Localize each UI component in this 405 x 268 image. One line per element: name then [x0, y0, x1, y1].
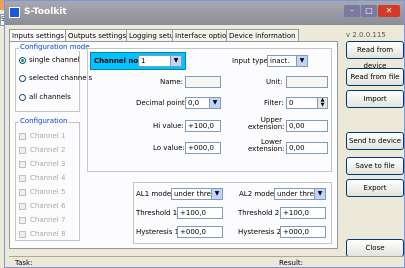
- threshold2-label: Threshold 2:: [238, 209, 282, 217]
- input-type-label: Input type:: [232, 57, 271, 65]
- decimal-point-select[interactable]: 0,0 ▼: [185, 97, 221, 109]
- task-label: Task:: [15, 259, 33, 267]
- name-field[interactable]: [185, 76, 221, 88]
- tab-outputs-settings[interactable]: Outputs settings: [65, 29, 130, 41]
- close-button[interactable]: Close: [346, 239, 404, 257]
- radio-all-channels-label[interactable]: all channels: [29, 93, 71, 101]
- chevron-down-icon[interactable]: ▼: [314, 189, 325, 199]
- tab-device-information[interactable]: Device information: [226, 29, 299, 41]
- upper-extension-label: Upper extension:: [248, 116, 285, 131]
- status-bar: Task: Result:: [9, 256, 402, 267]
- window-title: S-Toolkit: [24, 7, 67, 17]
- hi-value-label: Hi value:: [153, 122, 184, 130]
- chevron-down-icon[interactable]: ▼: [211, 189, 222, 199]
- radio-selected-channels-label[interactable]: selected channels: [29, 74, 92, 82]
- channel-checkbox[interactable]: [19, 217, 26, 224]
- config-mode-title: Configuration mode: [19, 43, 91, 51]
- channel-checkbox-label: Channel 4: [30, 174, 66, 182]
- radio-single-channel-label[interactable]: single channel: [29, 56, 80, 64]
- channel-checkbox-label: Channel 3: [30, 160, 66, 168]
- channel-checkbox[interactable]: [19, 161, 26, 168]
- chevron-down-icon[interactable]: ▼: [296, 56, 307, 66]
- filter-spinner[interactable]: 0 ▲ ▼: [286, 97, 328, 109]
- radio-all-channels[interactable]: [19, 94, 26, 101]
- decimal-point-label: Decimal point:: [136, 99, 187, 107]
- lower-extension-label: Lower extension:: [248, 138, 285, 153]
- channel-checkbox[interactable]: [19, 231, 26, 238]
- read-from-device-button[interactable]: Read from device: [346, 41, 404, 70]
- unit-field[interactable]: [286, 76, 328, 88]
- maximize-button[interactable]: □: [361, 5, 377, 17]
- unit-label: Unit:: [266, 78, 283, 86]
- threshold2-field[interactable]: +100,0: [280, 207, 326, 219]
- spinner-arrows-icon[interactable]: ▲ ▼: [317, 98, 327, 108]
- decimal-point-value: 0,0: [188, 99, 200, 107]
- app-icon: [9, 7, 20, 18]
- hysteresis1-label: Hysteresis 1:: [136, 228, 182, 236]
- minimize-button[interactable]: –: [344, 5, 360, 17]
- channel-checkbox[interactable]: [19, 133, 26, 140]
- channel-checkbox-label: Channel 6: [30, 202, 66, 210]
- channel-checkbox-label: Channel 8: [30, 230, 66, 238]
- lo-value-label: Lo value:: [153, 144, 185, 152]
- name-label: Name:: [160, 78, 184, 86]
- send-to-device-button[interactable]: Send to device: [346, 132, 404, 150]
- export-button[interactable]: Export: [346, 179, 404, 197]
- lo-value-field[interactable]: +000,0: [185, 142, 221, 154]
- hysteresis1-field[interactable]: +000,0: [177, 226, 223, 238]
- al1-mode-select[interactable]: under thresh. ▼: [171, 188, 223, 200]
- channel-checkbox-label: Channel 5: [30, 188, 66, 196]
- channel-checkbox-label: Channel 2: [30, 146, 66, 154]
- radio-single-channel[interactable]: [19, 57, 26, 64]
- result-label: Result:: [279, 259, 303, 267]
- lower-extension-field[interactable]: 0,00: [286, 142, 328, 154]
- threshold1-label: Threshold 1:: [136, 209, 180, 217]
- channel-no-label: Channel no:: [94, 57, 141, 65]
- channel-checkbox-label: Channel 7: [30, 216, 66, 224]
- threshold1-field[interactable]: +100,0: [177, 207, 223, 219]
- input-type-select[interactable]: inact. ▼: [267, 55, 308, 67]
- input-type-value: inact.: [270, 57, 290, 65]
- upper-extension-field[interactable]: 0,00: [286, 120, 328, 132]
- configuration-title: Configuration: [19, 117, 69, 125]
- al2-mode-label: AL2 mode:: [239, 190, 277, 198]
- channel-checkbox[interactable]: [19, 147, 26, 154]
- inputs-settings-panel: Configuration mode single channel select…: [9, 41, 338, 249]
- channel-checkbox[interactable]: [19, 189, 26, 196]
- chevron-down-icon[interactable]: ▼: [170, 56, 181, 66]
- radio-selected-channels[interactable]: [19, 75, 26, 82]
- close-window-button[interactable]: ✕: [378, 5, 400, 17]
- hysteresis2-label: Hysteresis 2:: [238, 228, 284, 236]
- main-window: S-Toolkit – □ ✕ Inputs settings Outputs …: [4, 0, 405, 268]
- channel-checkbox-label: Channel 1: [30, 132, 66, 140]
- channel-no-select[interactable]: 1 ▼: [138, 55, 182, 67]
- channel-checkbox[interactable]: [19, 203, 26, 210]
- al2-mode-select[interactable]: under thresh. ▼: [274, 188, 326, 200]
- version-label: v 2.0.0.115: [346, 31, 386, 39]
- save-to-file-button[interactable]: Save to file: [346, 157, 404, 175]
- filter-label: Filter:: [264, 99, 284, 107]
- import-button[interactable]: Import: [346, 90, 404, 108]
- hi-value-field[interactable]: +100,0: [185, 120, 221, 132]
- chevron-down-icon[interactable]: ▼: [209, 98, 220, 108]
- channel-no-value: 1: [141, 57, 146, 65]
- channel-checkbox[interactable]: [19, 175, 26, 182]
- filter-value: 0: [289, 99, 294, 107]
- hysteresis2-field[interactable]: +000,0: [280, 226, 326, 238]
- al1-mode-label: AL1 mode:: [136, 190, 174, 198]
- read-from-file-button[interactable]: Read from file: [346, 68, 404, 86]
